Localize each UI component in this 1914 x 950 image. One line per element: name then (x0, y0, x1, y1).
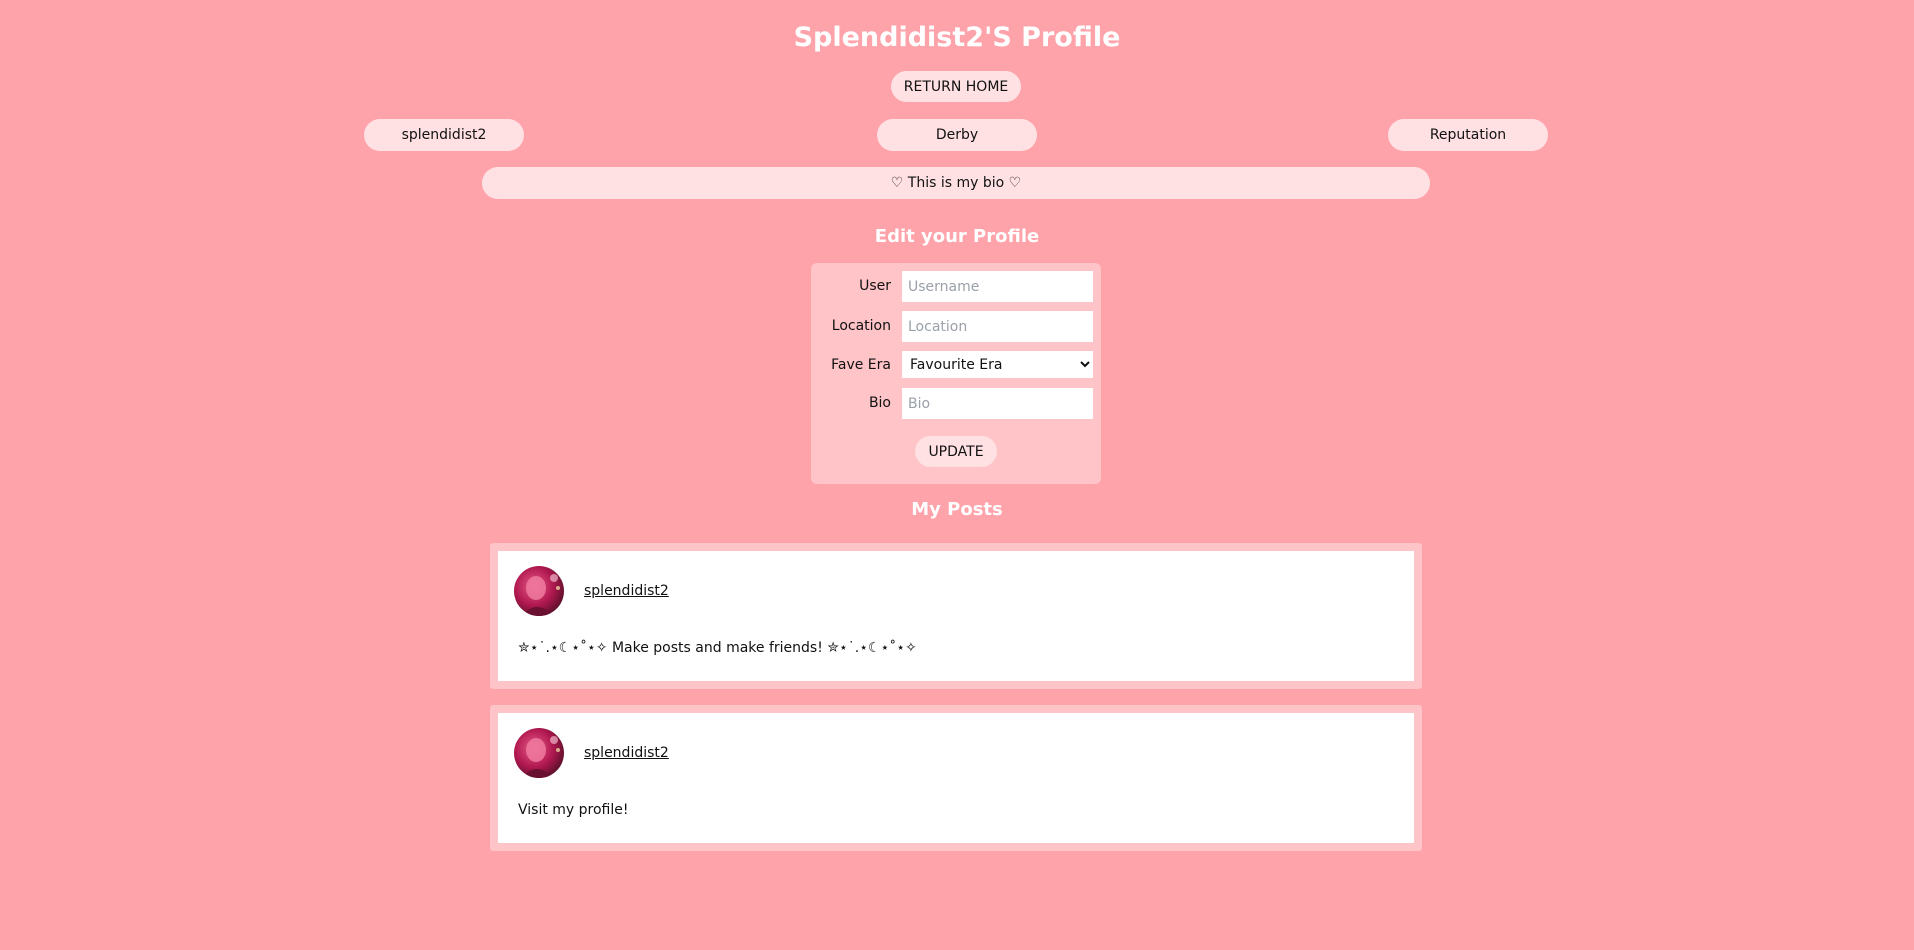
post-card: splendidist2 Visit my profile! (490, 705, 1422, 851)
bio-input[interactable] (901, 387, 1094, 420)
user-label: User (859, 278, 891, 294)
username-input[interactable] (901, 270, 1094, 303)
page-title: Splendidist2'S Profile (793, 22, 1121, 53)
post-body: splendidist2 ✮⋆˙.⋆☾⋆˚⋆✧ Make posts and m… (498, 551, 1414, 681)
fave-era-label: Fave Era (831, 357, 891, 373)
location-input[interactable] (901, 310, 1094, 343)
bio-label: Bio (868, 395, 891, 411)
my-posts-title: My Posts (911, 499, 1003, 520)
edit-profile-form: User Location Fave Era Favourite Era Bio… (811, 263, 1101, 484)
return-home-button[interactable]: RETURN HOME (891, 71, 1021, 102)
location-label: Location (831, 318, 891, 334)
post-card: splendidist2 ✮⋆˙.⋆☾⋆˚⋆✧ Make posts and m… (490, 543, 1422, 689)
avatar[interactable] (514, 728, 564, 778)
post-text: Visit my profile! (518, 802, 629, 818)
avatar[interactable] (514, 566, 564, 616)
location-pill: Derby (877, 119, 1037, 151)
post-author-link[interactable]: splendidist2 (584, 745, 669, 761)
fave-era-select[interactable]: Favourite Era (901, 350, 1094, 379)
update-button[interactable]: UPDATE (915, 436, 997, 467)
reputation-pill: Reputation (1388, 119, 1548, 151)
post-body: splendidist2 Visit my profile! (498, 713, 1414, 843)
username-pill: splendidist2 (364, 119, 524, 151)
bio-display: ♡ This is my bio ♡ (482, 167, 1430, 199)
post-text: ✮⋆˙.⋆☾⋆˚⋆✧ Make posts and make friends! … (518, 640, 917, 656)
edit-profile-title: Edit your Profile (874, 226, 1040, 247)
post-author-link[interactable]: splendidist2 (584, 583, 669, 599)
